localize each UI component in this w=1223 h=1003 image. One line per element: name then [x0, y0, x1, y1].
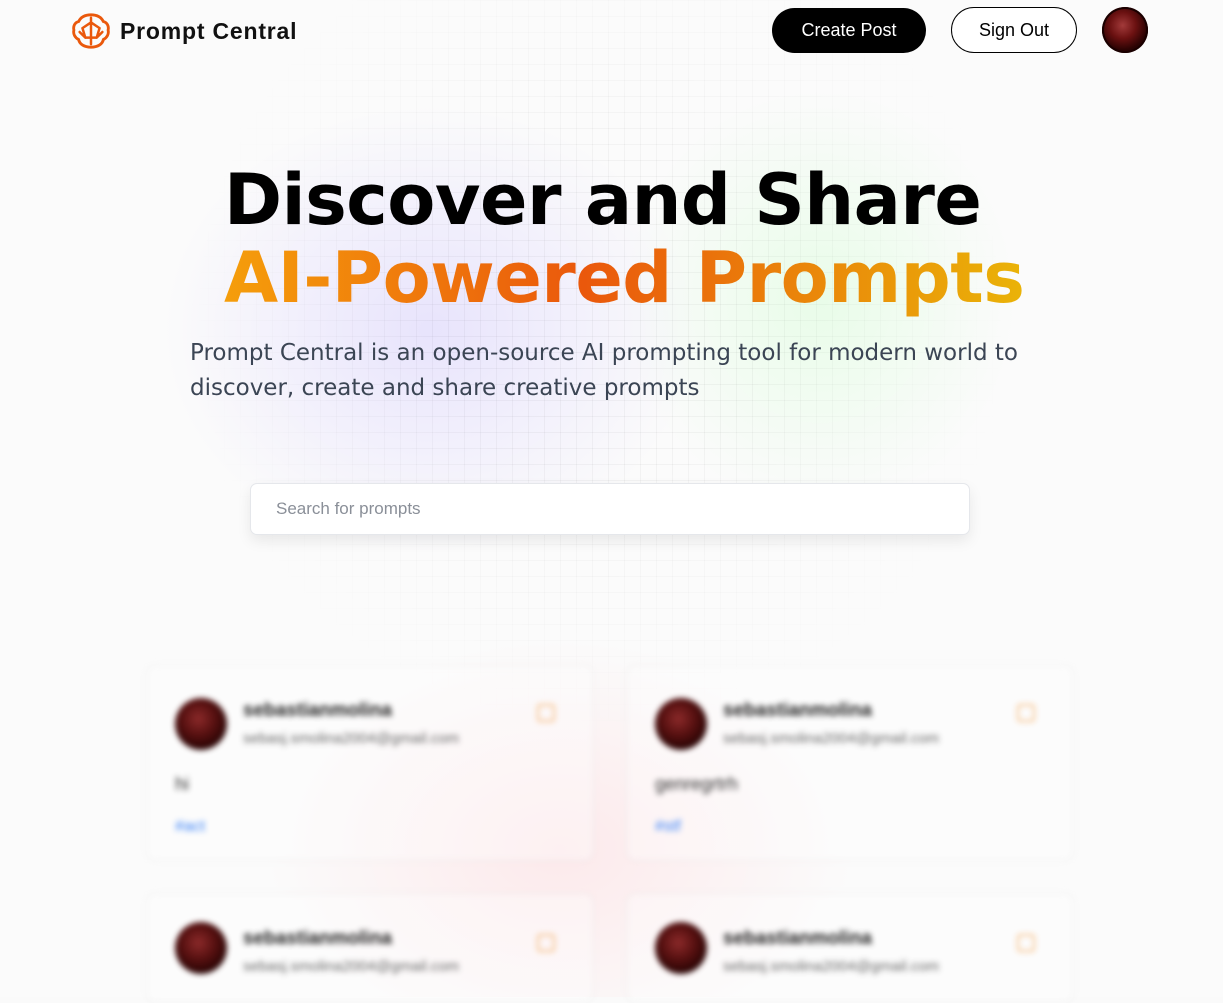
card-avatar: [655, 922, 707, 974]
prompt-card[interactable]: sebastianmolina sebasj.smolina2004@gmail…: [626, 665, 1074, 861]
card-avatar: [175, 698, 227, 750]
profile-avatar[interactable]: [1102, 7, 1148, 53]
create-post-button[interactable]: Create Post: [772, 8, 926, 53]
brand-name: Prompt Central: [120, 17, 298, 44]
card-avatar: [175, 922, 227, 974]
card-username: sebastianmolina: [243, 928, 392, 949]
card-email: sebasj.smolina2004@gmail.com: [723, 730, 940, 747]
card-tag[interactable]: #stf: [655, 818, 681, 836]
card-username: sebastianmolina: [243, 700, 392, 721]
copy-icon[interactable]: [537, 934, 555, 952]
card-prompt-text: hi: [175, 774, 190, 794]
card-avatar: [655, 698, 707, 750]
brand-logo-link[interactable]: Prompt Central: [72, 12, 297, 50]
card-username: sebastianmolina: [723, 928, 872, 949]
sign-out-button[interactable]: Sign Out: [951, 7, 1077, 53]
prompt-card[interactable]: sebastianmolina sebasj.smolina2004@gmail…: [146, 665, 594, 861]
card-tag[interactable]: #act: [175, 818, 205, 836]
prompt-feed: sebastianmolina sebasj.smolina2004@gmail…: [0, 0, 1223, 1003]
card-prompt-text: genregrtrh: [655, 774, 739, 794]
card-email: sebasj.smolina2004@gmail.com: [243, 958, 460, 975]
top-navbar: Prompt Central Create Post Sign Out: [0, 0, 1223, 62]
copy-icon[interactable]: [1017, 704, 1035, 722]
card-username: sebastianmolina: [723, 700, 872, 721]
prompt-card[interactable]: sebastianmolina sebasj.smolina2004@gmail…: [146, 893, 594, 1003]
card-email: sebasj.smolina2004@gmail.com: [243, 730, 460, 747]
copy-icon[interactable]: [1017, 934, 1035, 952]
card-email: sebasj.smolina2004@gmail.com: [723, 958, 940, 975]
brain-logo-icon: [72, 13, 110, 49]
prompt-card[interactable]: sebastianmolina sebasj.smolina2004@gmail…: [626, 893, 1074, 1003]
copy-icon[interactable]: [537, 704, 555, 722]
